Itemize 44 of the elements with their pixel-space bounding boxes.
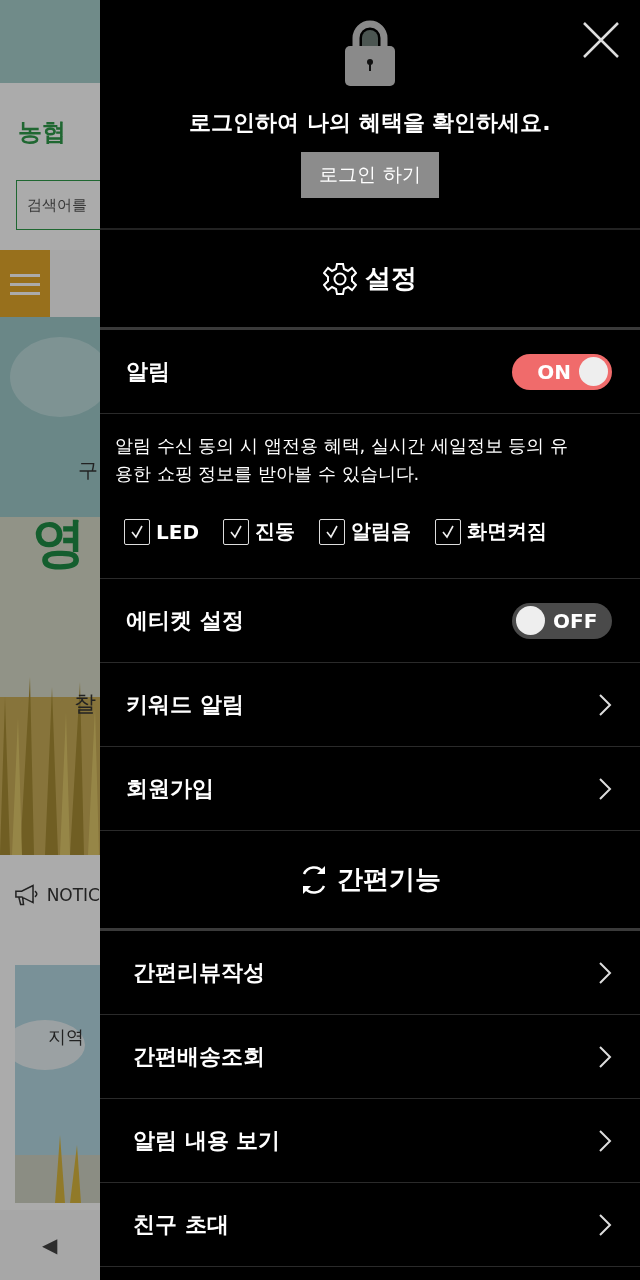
option-label: 화면켜짐 bbox=[467, 518, 547, 545]
checkbox[interactable] bbox=[223, 518, 249, 545]
logo: 농협 bbox=[18, 116, 66, 148]
search-field[interactable]: 검색어를 bbox=[16, 180, 100, 230]
menu-item[interactable]: 친구 초대 bbox=[100, 1183, 640, 1267]
checkmark-icon bbox=[228, 523, 244, 540]
hero-title: 영 bbox=[32, 510, 86, 576]
option-label: 진동 bbox=[255, 518, 295, 545]
chevron-icon bbox=[598, 1212, 612, 1237]
menu-item[interactable]: 알림 내용 보기 bbox=[100, 1099, 640, 1183]
close-button[interactable] bbox=[582, 21, 620, 59]
hero-text: 구 bbox=[78, 457, 98, 484]
chevron-icon bbox=[598, 776, 612, 801]
lock-icon bbox=[344, 20, 396, 86]
option-label: LED bbox=[156, 519, 199, 544]
checkmark-icon bbox=[324, 523, 340, 540]
checkmark-icon bbox=[440, 523, 456, 540]
menu-item[interactable]: 간편배송조회 bbox=[100, 1015, 640, 1099]
login-prompt: 로그인하여 나의 혜택을 확인하세요. bbox=[189, 109, 551, 137]
back-button[interactable]: ◀ bbox=[42, 1233, 57, 1257]
checkbox[interactable] bbox=[435, 518, 461, 545]
section-title: 간편기능 bbox=[337, 863, 441, 896]
setting-label: 에티켓 설정 bbox=[126, 606, 244, 635]
description-text: 알림 수신 동의 시 앱전용 혜택, 실시간 세일정보 등의 유용한 쇼핑 정보를 받아볼 수 있습니다. bbox=[115, 434, 570, 486]
checkbox[interactable] bbox=[319, 518, 345, 545]
toggle-switch[interactable]: OFF bbox=[512, 602, 612, 639]
checkbox[interactable] bbox=[124, 518, 150, 545]
setting-label: 알림 bbox=[126, 357, 170, 386]
menu-item[interactable]: 간편리뷰작성 bbox=[100, 931, 640, 1015]
chevron-icon bbox=[598, 960, 612, 985]
checkmark-icon bbox=[129, 523, 145, 540]
menu-icon bbox=[10, 272, 40, 295]
section-title: 설정 bbox=[365, 262, 417, 295]
settings-icon bbox=[323, 261, 357, 296]
card-caption: 지역 bbox=[48, 1025, 84, 1049]
option-label: 알림음 bbox=[351, 518, 411, 545]
notice-label: NOTIC bbox=[46, 885, 100, 905]
chevron-icon bbox=[598, 1044, 612, 1069]
close-icon bbox=[582, 21, 620, 59]
hero-text: 찰 bbox=[74, 690, 96, 718]
menu-item[interactable]: 회원가입 bbox=[100, 747, 640, 831]
menu-item[interactable]: 키워드 알림 bbox=[100, 663, 640, 747]
chevron-icon bbox=[598, 692, 612, 717]
chevron-icon bbox=[598, 1128, 612, 1153]
